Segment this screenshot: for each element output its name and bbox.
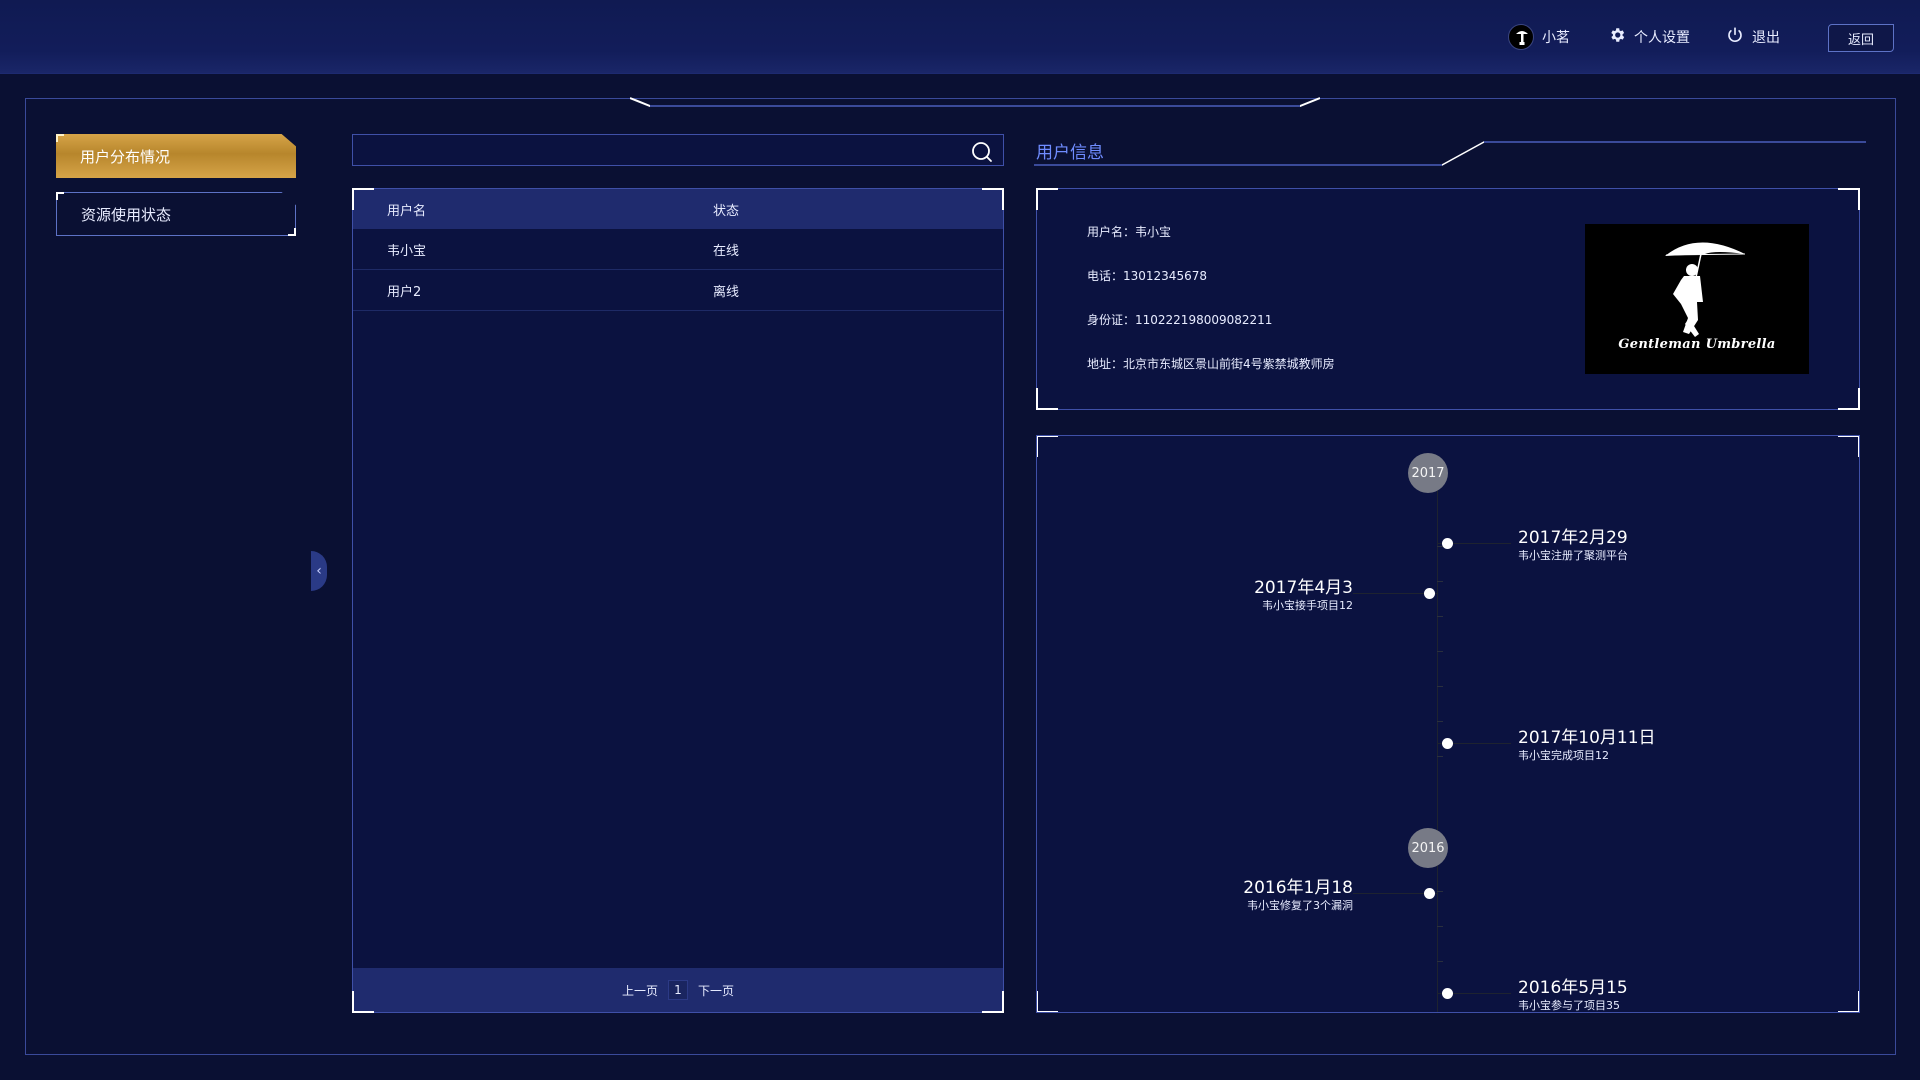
- menu-item-label: 资源使用状态: [81, 205, 172, 224]
- timeline-event-date: 2017年4月3: [1254, 578, 1353, 598]
- timeline-year-badge: 2017: [1408, 453, 1448, 493]
- power-icon: [1726, 26, 1744, 48]
- timeline-tick: [1437, 756, 1443, 757]
- corner-mark: [1037, 991, 1058, 1012]
- corner-mark: [1838, 188, 1860, 210]
- timeline-dot[interactable]: [1442, 738, 1453, 749]
- row-status: 离线: [713, 284, 740, 300]
- search-input[interactable]: [353, 135, 953, 165]
- timeline-event-desc: 韦小宝修复了3个漏洞: [1247, 899, 1353, 912]
- menu-item-resource-usage[interactable]: 资源使用状态: [56, 192, 296, 236]
- timeline-dot[interactable]: [1442, 538, 1453, 549]
- row-username: 用户2: [387, 284, 422, 300]
- timeline-tick: [1437, 721, 1443, 722]
- info-address: 地址：北京市东城区景山前街4号紫禁城教师房: [1087, 357, 1335, 371]
- settings-label: 个人设置: [1634, 30, 1690, 46]
- gear-icon: [1608, 26, 1626, 48]
- top-bar: 小茗 个人设置 退出 返回: [0, 0, 1920, 74]
- corner-mark: [1838, 436, 1859, 457]
- user-info-title: 用户信息: [1036, 143, 1104, 163]
- timeline-event-date: 2016年1月18: [1243, 878, 1353, 898]
- timeline-panel: 2017 2016 2017年2月29 韦小宝注册了聚测平台 2017年4月3 …: [1036, 435, 1860, 1013]
- user-portrait: Gentleman Umbrella: [1585, 224, 1809, 374]
- corner-mark: [1838, 991, 1859, 1012]
- menu-item-label: 用户分布情况: [80, 147, 171, 166]
- timeline-tick: [1437, 581, 1443, 582]
- timeline-tick: [1437, 961, 1443, 962]
- corner-mark: [982, 188, 1004, 210]
- corner-mark: [352, 991, 374, 1013]
- header-username: 用户名: [387, 203, 427, 219]
- timeline-dot[interactable]: [1424, 588, 1435, 599]
- table-header: 用户名 状态: [353, 189, 1003, 229]
- timeline-event-desc: 韦小宝接手项目12: [1262, 599, 1353, 612]
- table-row[interactable]: 韦小宝 在线: [353, 229, 1003, 270]
- corner-mark: [288, 228, 296, 236]
- row-username: 韦小宝: [387, 243, 427, 259]
- info-username: 用户名：韦小宝: [1087, 225, 1172, 239]
- user-table: 用户名 状态 韦小宝 在线 用户2 离线 上一页 1 下一页: [352, 188, 1004, 1013]
- user-info-panel: 用户名：韦小宝 电话：13012345678 身份证：1102221980090…: [1036, 188, 1860, 410]
- timeline-event-date: 2017年2月29: [1518, 528, 1628, 548]
- search-icon[interactable]: [971, 141, 993, 167]
- timeline-tick: [1437, 651, 1443, 652]
- info-phone: 电话：13012345678: [1087, 269, 1207, 283]
- timeline-event-desc: 韦小宝参与了项目35: [1518, 999, 1620, 1012]
- corner-mark: [56, 134, 64, 142]
- portrait-caption: Gentleman Umbrella: [1618, 337, 1776, 352]
- corner-mark: [1036, 388, 1058, 410]
- frame-notch: [630, 97, 1320, 107]
- section-title-line: [1034, 141, 1866, 166]
- corner-mark: [1036, 188, 1058, 210]
- corner-mark: [982, 991, 1004, 1013]
- timeline-axis: [1437, 466, 1438, 1012]
- avatar: [1508, 24, 1534, 50]
- page-number[interactable]: 1: [668, 980, 688, 1000]
- info-id-card: 身份证：110222198009082211: [1087, 313, 1273, 327]
- table-row[interactable]: 用户2 离线: [353, 270, 1003, 311]
- menu-item-user-distribution[interactable]: 用户分布情况: [56, 134, 296, 178]
- pagination: 上一页 1 下一页: [353, 968, 1003, 1012]
- corner-mark: [56, 192, 64, 200]
- timeline-event-date: 2017年10月11日: [1518, 728, 1656, 748]
- chevron-left-icon: ‹: [316, 563, 322, 579]
- timeline-dot[interactable]: [1424, 888, 1435, 899]
- logout-button[interactable]: 退出: [1726, 24, 1780, 50]
- logout-label: 退出: [1752, 30, 1780, 46]
- header-status: 状态: [713, 203, 740, 219]
- timeline-event-desc: 韦小宝注册了聚测平台: [1518, 549, 1628, 562]
- timeline-dot[interactable]: [1442, 988, 1453, 999]
- user-menu[interactable]: 小茗: [1508, 24, 1570, 50]
- settings-button[interactable]: 个人设置: [1608, 24, 1690, 50]
- corner-mark: [1037, 436, 1058, 457]
- user-name: 小茗: [1542, 30, 1570, 46]
- next-page-button[interactable]: 下一页: [698, 982, 734, 999]
- timeline-year-badge: 2016: [1408, 828, 1448, 868]
- corner-mark: [1838, 388, 1860, 410]
- corner-mark: [352, 188, 374, 210]
- back-button[interactable]: 返回: [1828, 24, 1894, 52]
- timeline-tick: [1437, 686, 1443, 687]
- timeline-event-desc: 韦小宝完成项目12: [1518, 749, 1609, 762]
- timeline-tick: [1437, 926, 1443, 927]
- timeline-tick: [1437, 616, 1443, 617]
- search-bar: [352, 134, 1004, 166]
- row-status: 在线: [713, 243, 740, 259]
- timeline-tick: [1437, 891, 1443, 892]
- prev-page-button[interactable]: 上一页: [622, 982, 658, 999]
- timeline-event-date: 2016年5月15: [1518, 978, 1628, 998]
